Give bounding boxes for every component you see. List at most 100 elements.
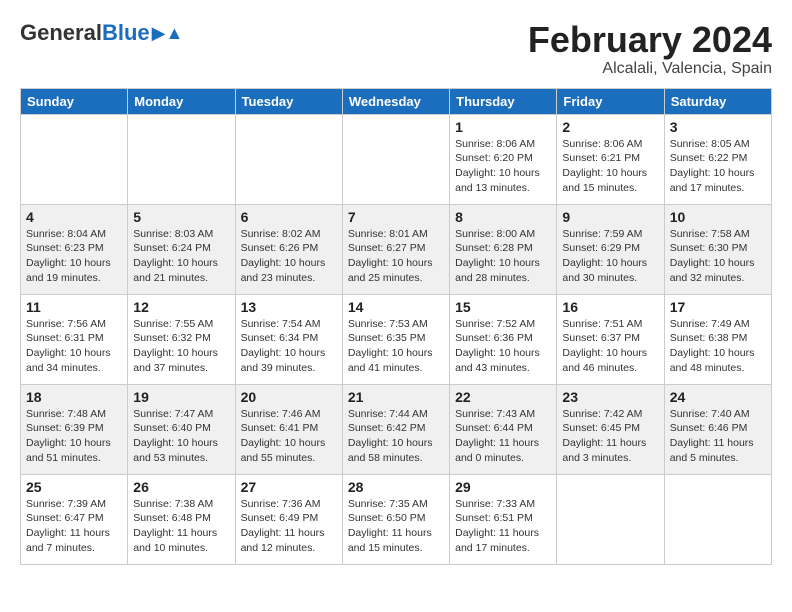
day-number: 24 [670, 389, 766, 405]
day-number: 12 [133, 299, 229, 315]
calendar-cell: 13 Sunrise: 7:54 AMSunset: 6:34 PMDayligh… [235, 294, 342, 384]
day-number: 8 [455, 209, 551, 225]
day-header-friday: Friday [557, 88, 664, 114]
calendar-cell [342, 114, 449, 204]
day-number: 14 [348, 299, 444, 315]
day-info: Sunrise: 7:52 AMSunset: 6:36 PMDaylight:… [455, 317, 551, 376]
calendar-cell: 3 Sunrise: 8:05 AMSunset: 6:22 PMDaylight… [664, 114, 771, 204]
title-block: February 2024 Alcalali, Valencia, Spain [528, 20, 772, 78]
calendar-cell: 17 Sunrise: 7:49 AMSunset: 6:38 PMDayligh… [664, 294, 771, 384]
calendar-week-row: 18 Sunrise: 7:48 AMSunset: 6:39 PMDayligh… [21, 384, 772, 474]
day-info: Sunrise: 7:53 AMSunset: 6:35 PMDaylight:… [348, 317, 444, 376]
day-header-wednesday: Wednesday [342, 88, 449, 114]
day-info: Sunrise: 7:33 AMSunset: 6:51 PMDaylight:… [455, 497, 551, 556]
calendar-cell: 18 Sunrise: 7:48 AMSunset: 6:39 PMDayligh… [21, 384, 128, 474]
calendar-cell: 26Sunrise: 7:38 AMSunset: 6:48 PMDayligh… [128, 474, 235, 564]
day-info: Sunrise: 7:56 AMSunset: 6:31 PMDaylight:… [26, 317, 122, 376]
day-header-tuesday: Tuesday [235, 88, 342, 114]
day-info: Sunrise: 7:38 AMSunset: 6:48 PMDaylight:… [133, 497, 229, 556]
calendar-cell: 21 Sunrise: 7:44 AMSunset: 6:42 PMDayligh… [342, 384, 449, 474]
day-info: Sunrise: 8:01 AMSunset: 6:27 PMDaylight:… [348, 227, 444, 286]
day-info: Sunrise: 8:02 AMSunset: 6:26 PMDaylight:… [241, 227, 337, 286]
day-number: 28 [348, 479, 444, 495]
calendar-week-row: 1 Sunrise: 8:06 AMSunset: 6:20 PMDaylight… [21, 114, 772, 204]
location-subtitle: Alcalali, Valencia, Spain [528, 60, 772, 78]
day-info: Sunrise: 7:55 AMSunset: 6:32 PMDaylight:… [133, 317, 229, 376]
calendar-week-row: 25 Sunrise: 7:39 AMSunset: 6:47 PMDayligh… [21, 474, 772, 564]
calendar-cell: 28 Sunrise: 7:35 AMSunset: 6:50 PMDayligh… [342, 474, 449, 564]
calendar-cell: 25 Sunrise: 7:39 AMSunset: 6:47 PMDayligh… [21, 474, 128, 564]
calendar-cell: 9Sunrise: 7:59 AMSunset: 6:29 PMDaylight… [557, 204, 664, 294]
calendar-cell: 2 Sunrise: 8:06 AMSunset: 6:21 PMDaylight… [557, 114, 664, 204]
day-number: 13 [241, 299, 337, 315]
calendar-cell: 10 Sunrise: 7:58 AMSunset: 6:30 PMDayligh… [664, 204, 771, 294]
day-number: 10 [670, 209, 766, 225]
calendar-cell [235, 114, 342, 204]
month-year-title: February 2024 [528, 20, 772, 60]
calendar-cell: 5 Sunrise: 8:03 AMSunset: 6:24 PMDaylight… [128, 204, 235, 294]
calendar-cell: 14 Sunrise: 7:53 AMSunset: 6:35 PMDayligh… [342, 294, 449, 384]
day-info: Sunrise: 7:49 AMSunset: 6:38 PMDaylight:… [670, 317, 766, 376]
day-info: Sunrise: 8:06 AMSunset: 6:21 PMDaylight:… [562, 137, 658, 196]
day-info: Sunrise: 8:05 AMSunset: 6:22 PMDaylight:… [670, 137, 766, 196]
calendar-cell: 7 Sunrise: 8:01 AMSunset: 6:27 PMDaylight… [342, 204, 449, 294]
day-number: 11 [26, 299, 122, 315]
day-header-saturday: Saturday [664, 88, 771, 114]
calendar-header-row: SundayMondayTuesdayWednesdayThursdayFrid… [21, 88, 772, 114]
day-number: 18 [26, 389, 122, 405]
day-header-monday: Monday [128, 88, 235, 114]
day-info: Sunrise: 7:51 AMSunset: 6:37 PMDaylight:… [562, 317, 658, 376]
day-info: Sunrise: 8:03 AMSunset: 6:24 PMDaylight:… [133, 227, 229, 286]
day-number: 6 [241, 209, 337, 225]
day-number: 3 [670, 119, 766, 135]
day-info: Sunrise: 8:06 AMSunset: 6:20 PMDaylight:… [455, 137, 551, 196]
calendar-cell: 23 Sunrise: 7:42 AMSunset: 6:45 PMDayligh… [557, 384, 664, 474]
day-info: Sunrise: 7:36 AMSunset: 6:49 PMDaylight:… [241, 497, 337, 556]
day-info: Sunrise: 7:59 AMSunset: 6:29 PMDaylight:… [562, 227, 658, 286]
day-number: 29 [455, 479, 551, 495]
day-info: Sunrise: 7:48 AMSunset: 6:39 PMDaylight:… [26, 407, 122, 466]
page-header: General Blue ▶▲ February 2024 Alcalali, … [20, 20, 772, 78]
day-info: Sunrise: 7:39 AMSunset: 6:47 PMDaylight:… [26, 497, 122, 556]
calendar-cell: 4 Sunrise: 8:04 AMSunset: 6:23 PMDaylight… [21, 204, 128, 294]
day-number: 23 [562, 389, 658, 405]
logo-general-text: General [20, 20, 102, 46]
day-number: 22 [455, 389, 551, 405]
day-info: Sunrise: 7:40 AMSunset: 6:46 PMDaylight:… [670, 407, 766, 466]
day-info: Sunrise: 7:44 AMSunset: 6:42 PMDaylight:… [348, 407, 444, 466]
calendar-cell: 20 Sunrise: 7:46 AMSunset: 6:41 PMDayligh… [235, 384, 342, 474]
day-number: 7 [348, 209, 444, 225]
day-number: 1 [455, 119, 551, 135]
day-number: 4 [26, 209, 122, 225]
day-info: Sunrise: 7:58 AMSunset: 6:30 PMDaylight:… [670, 227, 766, 286]
calendar-table: SundayMondayTuesdayWednesdayThursdayFrid… [20, 88, 772, 565]
logo: General Blue ▶▲ [20, 20, 183, 46]
day-info: Sunrise: 7:35 AMSunset: 6:50 PMDaylight:… [348, 497, 444, 556]
day-info: Sunrise: 8:00 AMSunset: 6:28 PMDaylight:… [455, 227, 551, 286]
calendar-cell: 19 Sunrise: 7:47 AMSunset: 6:40 PMDayligh… [128, 384, 235, 474]
day-info: Sunrise: 7:54 AMSunset: 6:34 PMDaylight:… [241, 317, 337, 376]
logo-bird-icon: ▶▲ [152, 23, 184, 44]
day-number: 27 [241, 479, 337, 495]
calendar-cell: 11 Sunrise: 7:56 AMSunset: 6:31 PMDayligh… [21, 294, 128, 384]
day-info: Sunrise: 7:47 AMSunset: 6:40 PMDaylight:… [133, 407, 229, 466]
day-number: 20 [241, 389, 337, 405]
calendar-week-row: 11 Sunrise: 7:56 AMSunset: 6:31 PMDayligh… [21, 294, 772, 384]
day-number: 2 [562, 119, 658, 135]
day-info: Sunrise: 8:04 AMSunset: 6:23 PMDaylight:… [26, 227, 122, 286]
day-info: Sunrise: 7:46 AMSunset: 6:41 PMDaylight:… [241, 407, 337, 466]
calendar-cell [128, 114, 235, 204]
calendar-cell: 6 Sunrise: 8:02 AMSunset: 6:26 PMDaylight… [235, 204, 342, 294]
calendar-cell: 16Sunrise: 7:51 AMSunset: 6:37 PMDayligh… [557, 294, 664, 384]
day-number: 19 [133, 389, 229, 405]
calendar-cell: 15 Sunrise: 7:52 AMSunset: 6:36 PMDayligh… [450, 294, 557, 384]
day-info: Sunrise: 7:42 AMSunset: 6:45 PMDaylight:… [562, 407, 658, 466]
day-number: 21 [348, 389, 444, 405]
calendar-cell [664, 474, 771, 564]
day-number: 25 [26, 479, 122, 495]
calendar-cell: 22Sunrise: 7:43 AMSunset: 6:44 PMDayligh… [450, 384, 557, 474]
day-number: 15 [455, 299, 551, 315]
day-number: 17 [670, 299, 766, 315]
calendar-cell [21, 114, 128, 204]
day-number: 5 [133, 209, 229, 225]
